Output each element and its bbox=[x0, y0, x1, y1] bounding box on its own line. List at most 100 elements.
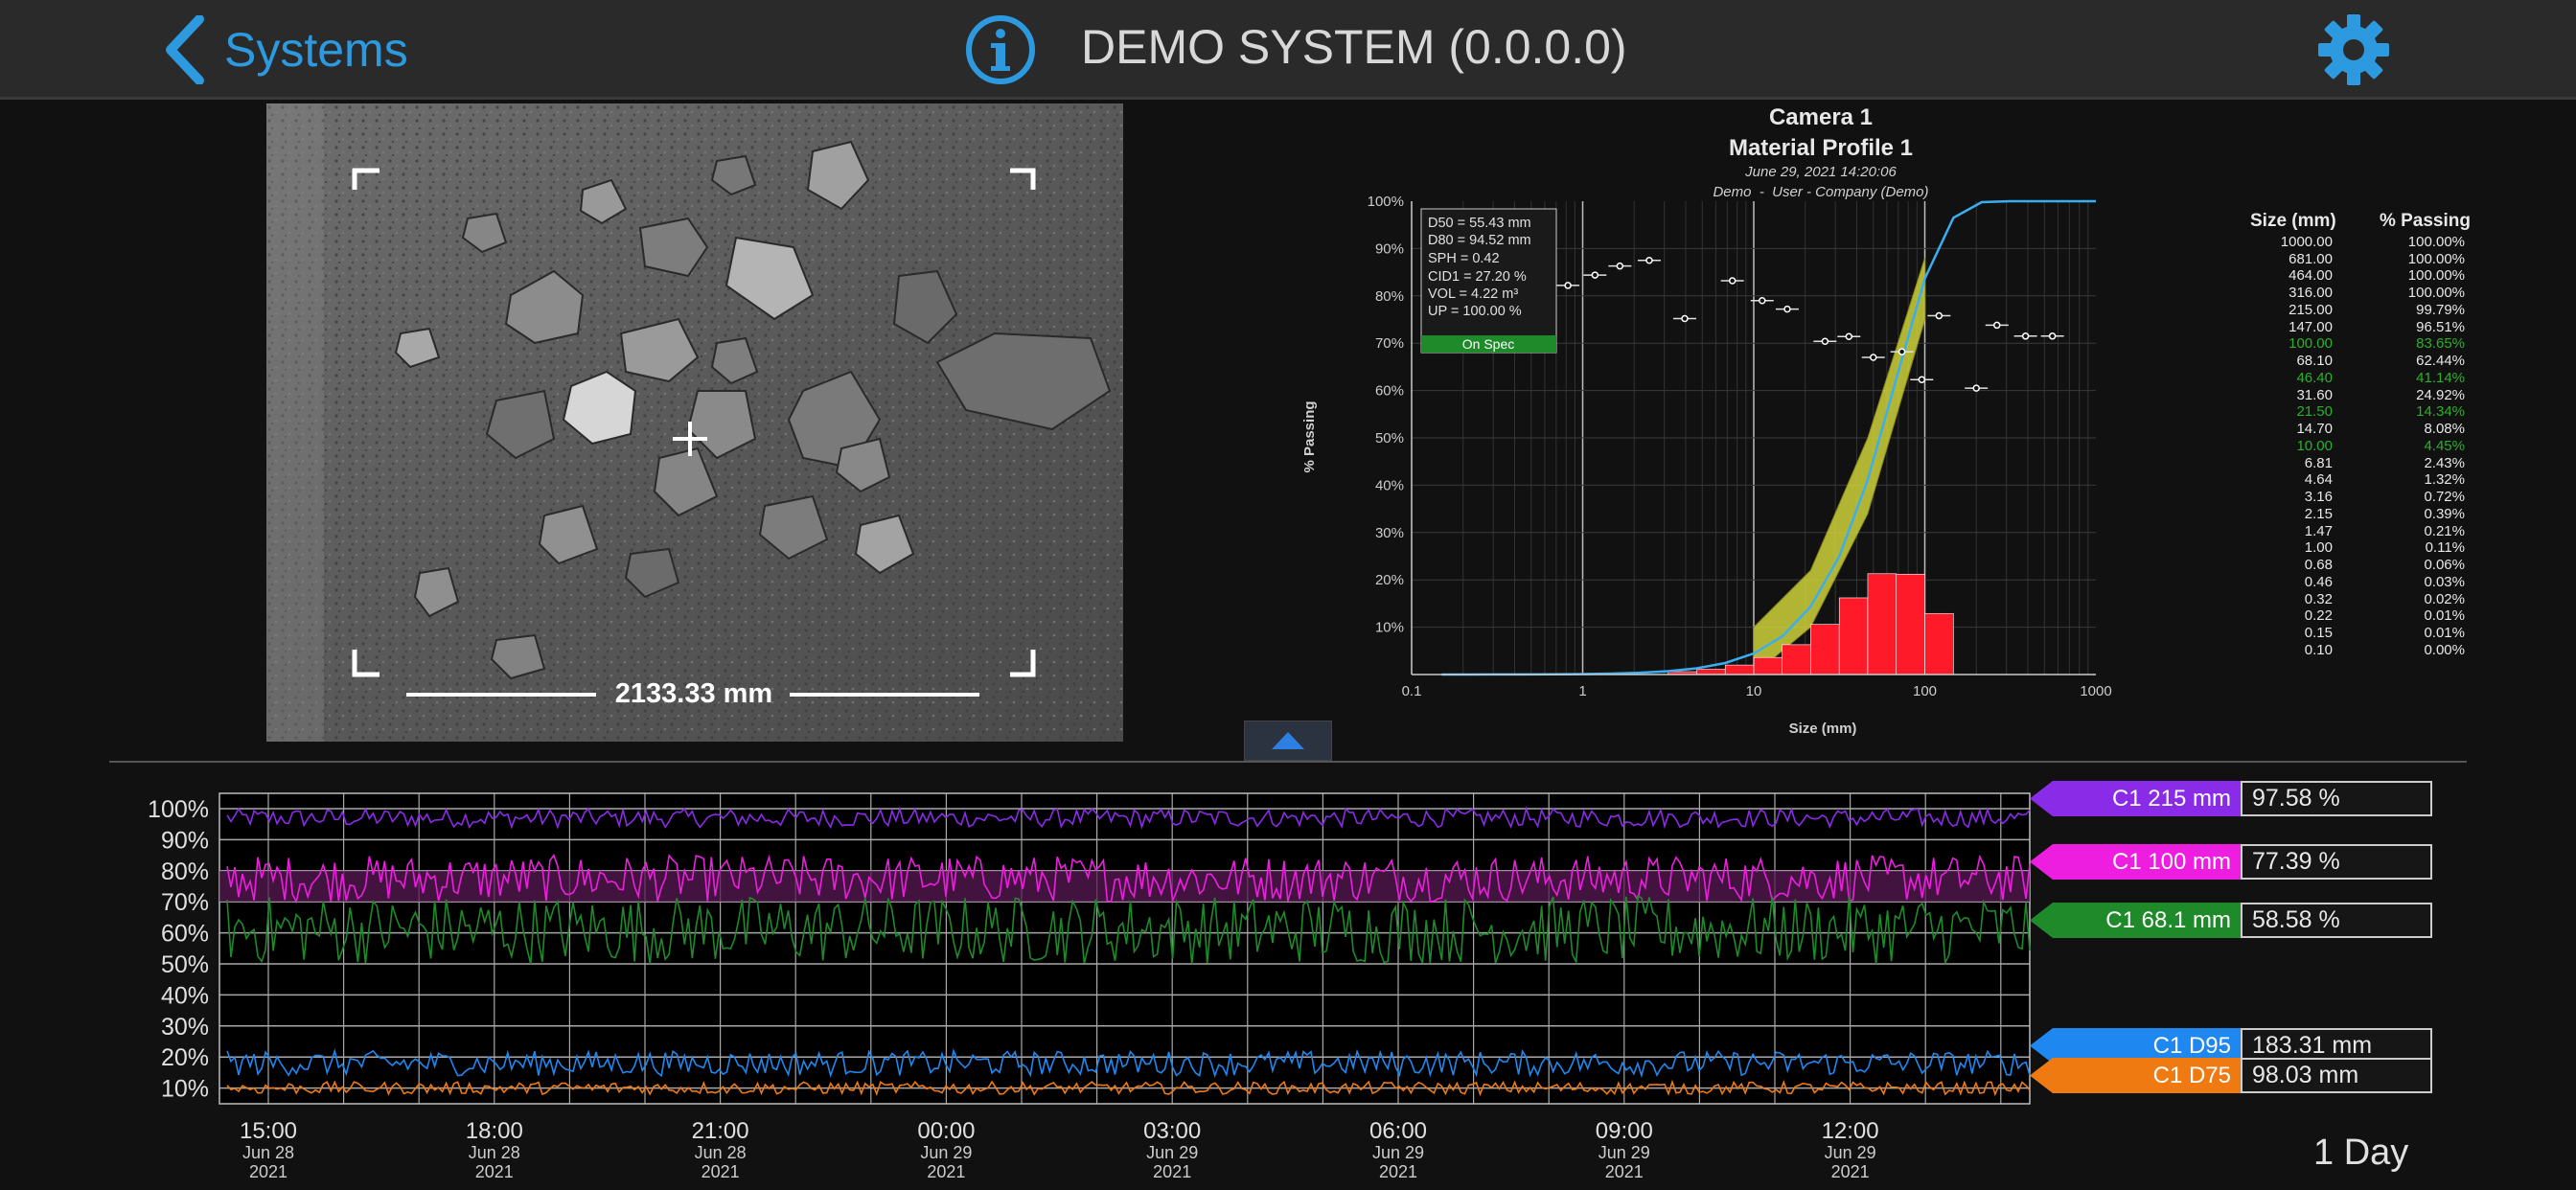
table-cell-passing: 83.65% bbox=[2416, 335, 2465, 353]
table-row: 0.10 0.00% bbox=[2221, 642, 2471, 659]
table-cell-passing: 96.51% bbox=[2416, 318, 2465, 335]
table-cell-size: 0.46 bbox=[2304, 573, 2333, 590]
psd-bar bbox=[1896, 573, 1925, 675]
trend-x-tick-time: 09:00 bbox=[1596, 1118, 1653, 1144]
trend-y-tick: 100% bbox=[148, 796, 209, 823]
psd-y-tick: 30% bbox=[1375, 525, 1404, 541]
psd-point bbox=[1616, 262, 1624, 270]
psd-bar bbox=[1753, 656, 1783, 675]
table-row: 68.10 62.44% bbox=[2221, 353, 2471, 370]
series-tag[interactable]: C1 100 mm bbox=[2030, 844, 2241, 880]
psd-x-tick: 1000 bbox=[2080, 683, 2111, 699]
table-row: 31.60 24.92% bbox=[2221, 387, 2471, 404]
table-header-passing: % Passing bbox=[2379, 211, 2471, 231]
table-row: 464.00 100.00% bbox=[2221, 267, 2471, 285]
table-cell-passing: 1.32% bbox=[2424, 471, 2465, 489]
camera-view[interactable] bbox=[266, 103, 1123, 742]
trend-x-tick-time: 06:00 bbox=[1369, 1118, 1427, 1144]
psd-y-tick: 100% bbox=[1368, 194, 1404, 210]
table-cell-passing: 14.34% bbox=[2416, 403, 2465, 421]
psd-x-tick: 100 bbox=[1913, 683, 1937, 699]
camera-image bbox=[266, 103, 1123, 742]
psd-point bbox=[1591, 271, 1599, 279]
psd-point bbox=[1870, 354, 1877, 361]
scale-label: 2133.33 mm bbox=[614, 678, 773, 709]
table-row: 4.64 1.32% bbox=[2221, 471, 2471, 489]
trend-x-tick-time: 03:00 bbox=[1143, 1118, 1201, 1144]
table-row: 316.00 100.00% bbox=[2221, 285, 2471, 302]
table-cell-size: 4.64 bbox=[2304, 471, 2333, 489]
psd-y-tick: 60% bbox=[1375, 383, 1404, 400]
table-cell-passing: 0.01% bbox=[2424, 625, 2465, 641]
table-cell-passing: 100.00% bbox=[2407, 233, 2465, 250]
psd-stat: UP = 100.00 % bbox=[1428, 304, 1522, 319]
series-value: 98.03 mm bbox=[2241, 1058, 2432, 1093]
psd-point bbox=[1972, 384, 1980, 392]
trend-x-tick-time: 18:00 bbox=[466, 1118, 523, 1144]
table-cell-passing: 0.02% bbox=[2424, 590, 2465, 607]
system-title: DEMO SYSTEM (0.0.0.0) bbox=[1081, 20, 1627, 74]
trend-x-tick-day: Jun 28 bbox=[242, 1143, 294, 1162]
trend-x-tick-year: 2021 bbox=[249, 1162, 288, 1181]
psd-point bbox=[1645, 257, 1653, 264]
table-row: 10.00 4.45% bbox=[2221, 438, 2471, 455]
series-tag[interactable]: C1 68.1 mm bbox=[2030, 903, 2241, 938]
psd-owner: Demo - User - Company (Demo) bbox=[1713, 184, 1928, 200]
trend-x-tick-day: Jun 28 bbox=[469, 1143, 520, 1162]
table-cell-size: 2.15 bbox=[2304, 505, 2333, 522]
trend-chart[interactable]: 100%90%80%70%60%50%40%30%20%10% 15:00Jun… bbox=[0, 767, 2576, 1190]
psd-x-tick: 0.1 bbox=[1402, 683, 1422, 699]
series-value: 77.39 % bbox=[2241, 844, 2432, 880]
table-row: 1000.00 100.00% bbox=[2221, 234, 2471, 251]
top-bar: Systems DEMO SYSTEM (0.0.0.0) bbox=[0, 0, 2576, 100]
back-button[interactable]: Systems bbox=[163, 13, 408, 86]
table-cell-passing: 100.00% bbox=[2407, 250, 2465, 267]
trend-y-tick: 60% bbox=[161, 921, 209, 948]
psd-y-tick: 70% bbox=[1375, 335, 1404, 352]
table-cell-passing: 100.00% bbox=[2407, 285, 2465, 301]
table-cell-passing: 8.08% bbox=[2424, 421, 2465, 437]
psd-point bbox=[1898, 348, 1906, 355]
psd-ylabel: % Passing bbox=[1301, 400, 1318, 472]
series-tag[interactable]: C1 215 mm bbox=[2030, 781, 2241, 816]
table-row: 147.00 96.51% bbox=[2221, 319, 2471, 336]
table-row: 0.32 0.02% bbox=[2221, 591, 2471, 608]
table-cell-size: 3.16 bbox=[2304, 489, 2333, 505]
trend-y-ticks: 100% 90% 80% 70% 60% 50% 40% 30% 20% 10% bbox=[148, 796, 209, 1103]
time-range-label[interactable]: 1 Day bbox=[2313, 1133, 2408, 1174]
psd-stat: D50 = 55.43 mm bbox=[1428, 216, 1531, 231]
table-cell-size: 0.68 bbox=[2304, 557, 2333, 573]
table-cell-size: 0.22 bbox=[2304, 607, 2333, 625]
trend-x-tick-year: 2021 bbox=[1605, 1162, 1644, 1181]
table-cell-passing: 0.01% bbox=[2424, 607, 2465, 625]
status-badge-label: On Spec bbox=[1462, 336, 1514, 352]
series-tag[interactable]: C1 D75 bbox=[2030, 1058, 2241, 1093]
psd-bar bbox=[1867, 573, 1898, 675]
psd-y-tick: 90% bbox=[1375, 240, 1404, 257]
psd-bar bbox=[1782, 644, 1811, 675]
trend-x-tick-time: 21:00 bbox=[692, 1118, 749, 1144]
table-cell-passing: 0.21% bbox=[2424, 522, 2465, 539]
table-row: 681.00 100.00% bbox=[2221, 251, 2471, 268]
table-cell-size: 215.00 bbox=[2288, 301, 2333, 318]
trend-y-tick: 50% bbox=[161, 951, 209, 978]
table-cell-passing: 0.03% bbox=[2424, 573, 2465, 590]
psd-point bbox=[2048, 332, 2057, 340]
psd-stat: D80 = 94.52 mm bbox=[1428, 233, 1531, 248]
psd-point bbox=[1564, 282, 1572, 289]
psd-point bbox=[1935, 311, 1944, 320]
gear-icon[interactable] bbox=[2315, 11, 2392, 88]
psd-point bbox=[1821, 337, 1829, 345]
psd-y-tick: 80% bbox=[1375, 288, 1404, 305]
trend-y-tick: 90% bbox=[161, 827, 209, 854]
table-row: 1.47 0.21% bbox=[2221, 523, 2471, 540]
psd-bar bbox=[1696, 669, 1726, 675]
table-cell-passing: 0.00% bbox=[2424, 641, 2465, 658]
info-icon[interactable] bbox=[964, 13, 1037, 86]
psd-stat: SPH = 0.42 bbox=[1428, 251, 1500, 266]
table-row: 100.00 83.65% bbox=[2221, 335, 2471, 353]
psd-bar bbox=[1838, 597, 1869, 675]
table-cell-passing: 41.14% bbox=[2416, 369, 2465, 386]
trend-x-tick-year: 2021 bbox=[927, 1162, 965, 1181]
psd-chart[interactable]: Camera 1 Material Profile 1 June 29, 202… bbox=[1284, 100, 2223, 751]
